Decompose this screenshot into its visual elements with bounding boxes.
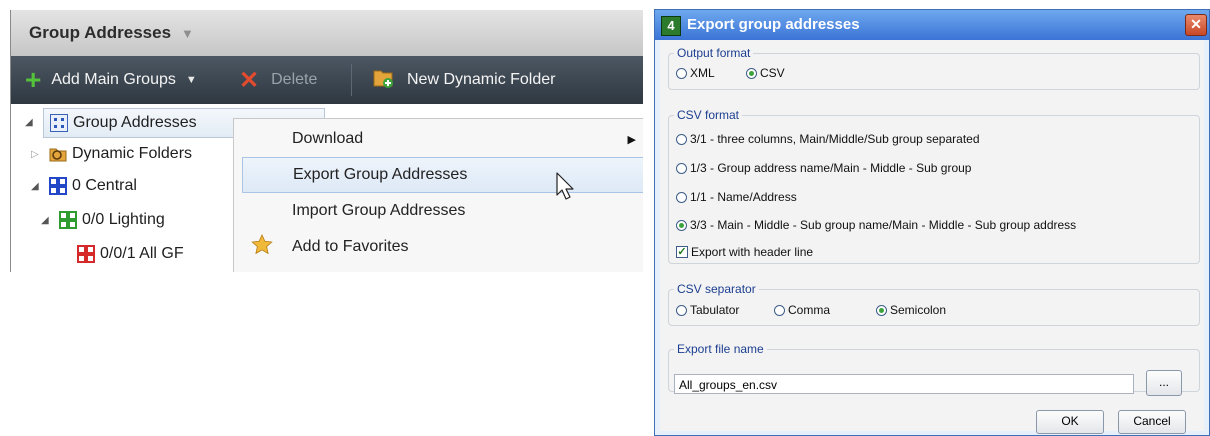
radio-semicolon[interactable]: Semicolon <box>876 303 946 317</box>
radio-circle <box>676 191 687 203</box>
radio-circle <box>676 162 687 174</box>
main-group-icon <box>49 177 67 195</box>
radio-circle <box>676 67 687 79</box>
radio-label: Comma <box>788 303 831 317</box>
export-file-name-input[interactable]: All_groups_en.csv <box>674 374 1134 394</box>
radio-label: 3/3 - Main - Middle - Sub group name/Mai… <box>690 218 1077 232</box>
ets-app-icon: 4 <box>661 16 681 36</box>
radio-csv[interactable]: CSV <box>746 66 785 80</box>
export-group-addresses-dialog: 4 Export group addresses ✕ Output format… <box>654 9 1210 436</box>
browse-button[interactable]: ... <box>1146 370 1182 396</box>
tree-item-lighting[interactable]: 0/0 Lighting <box>59 206 165 234</box>
radio-csv-format-1-3[interactable]: 1/3 - Group address name/Main - Middle -… <box>676 161 971 175</box>
checkbox-label: Export with header line <box>691 245 814 259</box>
tree-collapse-icon[interactable]: ◢ <box>31 181 39 192</box>
tree-item-label: 0 Central <box>72 177 137 194</box>
tree-collapse-icon[interactable]: ◢ <box>41 215 49 226</box>
radio-label: Tabulator <box>690 303 740 317</box>
delete-label: Delete <box>271 71 318 88</box>
dialog-titlebar[interactable]: 4 Export group addresses ✕ <box>655 10 1209 40</box>
menu-item-import-group-addresses[interactable]: Import Group Addresses <box>242 193 643 229</box>
radio-circle <box>876 304 887 316</box>
panel-title[interactable]: Group Addresses <box>29 23 171 43</box>
radio-comma[interactable]: Comma <box>774 303 830 317</box>
new-folder-icon <box>371 66 395 95</box>
checkmark-icon: ✓ <box>676 246 688 258</box>
chevron-down-icon[interactable]: ▼ <box>186 74 197 86</box>
tree-item-central[interactable]: 0 Central <box>49 172 137 200</box>
radio-circle <box>676 304 687 316</box>
toolbar-divider <box>351 64 352 96</box>
radio-csv-format-1-1[interactable]: 1/1 - Name/Address <box>676 190 797 204</box>
radio-label: 3/1 - three columns, Main/Middle/Sub gro… <box>690 132 980 146</box>
tree-collapse-icon[interactable]: ◢ <box>25 117 33 128</box>
mouse-cursor-icon <box>556 172 578 207</box>
dialog-title: Export group addresses <box>687 16 860 33</box>
add-main-groups-label: Add Main Groups <box>51 71 176 88</box>
tree-item-label: 0/0 Lighting <box>82 211 165 228</box>
radio-circle <box>774 304 785 316</box>
export-header-line-checkbox[interactable]: ✓ Export with header line <box>676 245 813 259</box>
group-legend: Output format <box>677 46 751 60</box>
chevron-down-icon[interactable]: ▼ <box>181 26 194 41</box>
add-main-groups-button[interactable]: + Add Main Groups ▼ <box>25 56 197 104</box>
close-button[interactable]: ✕ <box>1185 14 1207 36</box>
radio-circle <box>676 133 687 145</box>
menu-item-export-group-addresses[interactable]: Export Group Addresses <box>242 157 643 193</box>
toolbar: + Add Main Groups ▼ ✕ Delete New Dynamic… <box>11 56 643 105</box>
radio-label: 1/3 - Group address name/Main - Middle -… <box>690 161 972 175</box>
middle-group-icon <box>59 211 77 229</box>
tree-item-dynamic-folders[interactable]: Dynamic Folders <box>49 140 192 168</box>
radio-label: 1/1 - Name/Address <box>690 190 797 204</box>
group-address-icon <box>77 245 95 263</box>
submenu-arrow-icon: ▶ <box>627 133 636 146</box>
dialog-body: Output format XML CSV CSV format 3/1 - t… <box>660 40 1204 434</box>
cancel-button[interactable]: Cancel <box>1118 410 1186 434</box>
menu-item-label: Export Group Addresses <box>293 166 468 183</box>
radio-circle <box>676 219 687 231</box>
group-legend: CSV format <box>677 108 740 122</box>
group-legend: Export file name <box>677 342 764 356</box>
radio-label: CSV <box>760 66 785 80</box>
menu-item-label: Add to Favorites <box>292 238 409 255</box>
radio-xml[interactable]: XML <box>676 66 715 80</box>
menu-item-label: Download <box>292 130 364 147</box>
group-legend: CSV separator <box>677 282 756 296</box>
group-addresses-panel: Group Addresses ▼ + Add Main Groups ▼ ✕ … <box>10 10 643 272</box>
menu-item-label: Import Group Addresses <box>292 202 466 219</box>
radio-csv-format-3-1[interactable]: 3/1 - three columns, Main/Middle/Sub gro… <box>676 132 980 146</box>
ok-button[interactable]: OK <box>1036 410 1104 434</box>
delete-button[interactable]: ✕ Delete <box>239 56 317 104</box>
plus-icon: + <box>25 64 42 95</box>
tree-item-label: Group Addresses <box>73 114 197 131</box>
dynamic-folder-icon <box>49 145 67 163</box>
panel-header: Group Addresses ▼ <box>11 10 643 57</box>
radio-label: Semicolon <box>890 303 947 317</box>
group-addresses-icon <box>50 114 68 132</box>
menu-item-download[interactable]: Download ▶ <box>242 121 643 157</box>
new-dynamic-folder-label: New Dynamic Folder <box>407 71 556 88</box>
radio-label: XML <box>690 66 715 80</box>
radio-csv-format-3-3[interactable]: 3/3 - Main - Middle - Sub group name/Mai… <box>676 218 1076 232</box>
tree-item-all-gf[interactable]: 0/0/1 All GF <box>77 240 184 268</box>
star-icon <box>250 233 274 262</box>
context-menu: Download ▶ Export Group Addresses Import… <box>233 118 643 272</box>
menu-item-add-to-favorites[interactable]: Add to Favorites <box>242 229 643 265</box>
tree-item-label: Dynamic Folders <box>72 145 193 162</box>
radio-tabulator[interactable]: Tabulator <box>676 303 739 317</box>
radio-circle <box>746 67 757 79</box>
new-dynamic-folder-button[interactable]: New Dynamic Folder <box>371 56 555 104</box>
delete-x-icon: ✕ <box>239 66 260 94</box>
tree-expand-icon[interactable]: ▷ <box>31 149 39 160</box>
tree-item-label: 0/0/1 All GF <box>100 245 184 262</box>
